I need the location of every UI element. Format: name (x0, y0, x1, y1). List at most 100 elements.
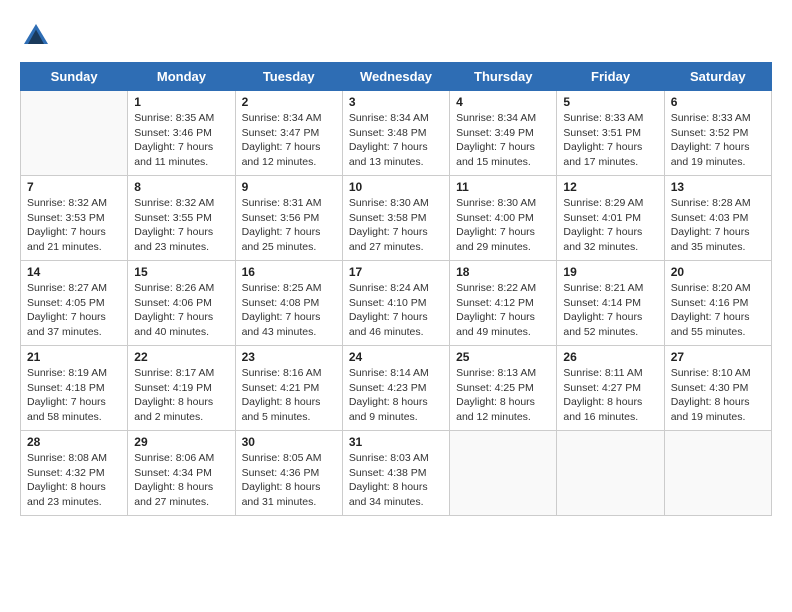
logo (20, 20, 56, 52)
cell-details: Sunrise: 8:26 AMSunset: 4:06 PMDaylight:… (134, 281, 228, 340)
calendar-cell: 20 Sunrise: 8:20 AMSunset: 4:16 PMDaylig… (664, 261, 771, 346)
cell-details: Sunrise: 8:16 AMSunset: 4:21 PMDaylight:… (242, 366, 336, 425)
day-number: 26 (563, 350, 657, 364)
calendar-cell: 16 Sunrise: 8:25 AMSunset: 4:08 PMDaylig… (235, 261, 342, 346)
day-number: 10 (349, 180, 443, 194)
calendar-cell: 3 Sunrise: 8:34 AMSunset: 3:48 PMDayligh… (342, 91, 449, 176)
calendar-cell: 4 Sunrise: 8:34 AMSunset: 3:49 PMDayligh… (450, 91, 557, 176)
cell-details: Sunrise: 8:17 AMSunset: 4:19 PMDaylight:… (134, 366, 228, 425)
calendar-cell: 27 Sunrise: 8:10 AMSunset: 4:30 PMDaylig… (664, 346, 771, 431)
logo-icon (20, 20, 52, 52)
day-number: 27 (671, 350, 765, 364)
day-number: 24 (349, 350, 443, 364)
cell-details: Sunrise: 8:10 AMSunset: 4:30 PMDaylight:… (671, 366, 765, 425)
calendar-cell: 29 Sunrise: 8:06 AMSunset: 4:34 PMDaylig… (128, 431, 235, 516)
cell-details: Sunrise: 8:34 AMSunset: 3:48 PMDaylight:… (349, 111, 443, 170)
day-number: 4 (456, 95, 550, 109)
day-number: 30 (242, 435, 336, 449)
cell-details: Sunrise: 8:33 AMSunset: 3:51 PMDaylight:… (563, 111, 657, 170)
cell-details: Sunrise: 8:08 AMSunset: 4:32 PMDaylight:… (27, 451, 121, 510)
day-number: 11 (456, 180, 550, 194)
cell-details: Sunrise: 8:29 AMSunset: 4:01 PMDaylight:… (563, 196, 657, 255)
calendar-cell: 19 Sunrise: 8:21 AMSunset: 4:14 PMDaylig… (557, 261, 664, 346)
calendar-cell: 15 Sunrise: 8:26 AMSunset: 4:06 PMDaylig… (128, 261, 235, 346)
day-number: 20 (671, 265, 765, 279)
header-sunday: Sunday (21, 63, 128, 91)
calendar-cell: 2 Sunrise: 8:34 AMSunset: 3:47 PMDayligh… (235, 91, 342, 176)
header-tuesday: Tuesday (235, 63, 342, 91)
cell-details: Sunrise: 8:25 AMSunset: 4:08 PMDaylight:… (242, 281, 336, 340)
day-number: 14 (27, 265, 121, 279)
cell-details: Sunrise: 8:13 AMSunset: 4:25 PMDaylight:… (456, 366, 550, 425)
day-number: 28 (27, 435, 121, 449)
calendar-cell: 26 Sunrise: 8:11 AMSunset: 4:27 PMDaylig… (557, 346, 664, 431)
day-number: 8 (134, 180, 228, 194)
calendar-cell: 23 Sunrise: 8:16 AMSunset: 4:21 PMDaylig… (235, 346, 342, 431)
day-number: 21 (27, 350, 121, 364)
cell-details: Sunrise: 8:06 AMSunset: 4:34 PMDaylight:… (134, 451, 228, 510)
cell-details: Sunrise: 8:31 AMSunset: 3:56 PMDaylight:… (242, 196, 336, 255)
calendar-cell: 22 Sunrise: 8:17 AMSunset: 4:19 PMDaylig… (128, 346, 235, 431)
day-number: 16 (242, 265, 336, 279)
calendar-cell: 21 Sunrise: 8:19 AMSunset: 4:18 PMDaylig… (21, 346, 128, 431)
day-number: 22 (134, 350, 228, 364)
calendar-cell: 6 Sunrise: 8:33 AMSunset: 3:52 PMDayligh… (664, 91, 771, 176)
cell-details: Sunrise: 8:21 AMSunset: 4:14 PMDaylight:… (563, 281, 657, 340)
calendar-cell: 8 Sunrise: 8:32 AMSunset: 3:55 PMDayligh… (128, 176, 235, 261)
calendar-cell (557, 431, 664, 516)
cell-details: Sunrise: 8:32 AMSunset: 3:53 PMDaylight:… (27, 196, 121, 255)
calendar-cell: 14 Sunrise: 8:27 AMSunset: 4:05 PMDaylig… (21, 261, 128, 346)
day-number: 12 (563, 180, 657, 194)
header-monday: Monday (128, 63, 235, 91)
day-number: 31 (349, 435, 443, 449)
cell-details: Sunrise: 8:28 AMSunset: 4:03 PMDaylight:… (671, 196, 765, 255)
cell-details: Sunrise: 8:34 AMSunset: 3:47 PMDaylight:… (242, 111, 336, 170)
header-friday: Friday (557, 63, 664, 91)
cell-details: Sunrise: 8:05 AMSunset: 4:36 PMDaylight:… (242, 451, 336, 510)
week-row-1: 1 Sunrise: 8:35 AMSunset: 3:46 PMDayligh… (21, 91, 772, 176)
calendar-cell: 18 Sunrise: 8:22 AMSunset: 4:12 PMDaylig… (450, 261, 557, 346)
cell-details: Sunrise: 8:32 AMSunset: 3:55 PMDaylight:… (134, 196, 228, 255)
day-number: 13 (671, 180, 765, 194)
cell-details: Sunrise: 8:27 AMSunset: 4:05 PMDaylight:… (27, 281, 121, 340)
calendar-cell (21, 91, 128, 176)
calendar-cell (450, 431, 557, 516)
cell-details: Sunrise: 8:11 AMSunset: 4:27 PMDaylight:… (563, 366, 657, 425)
day-number: 23 (242, 350, 336, 364)
week-row-3: 14 Sunrise: 8:27 AMSunset: 4:05 PMDaylig… (21, 261, 772, 346)
week-row-5: 28 Sunrise: 8:08 AMSunset: 4:32 PMDaylig… (21, 431, 772, 516)
header-saturday: Saturday (664, 63, 771, 91)
day-number: 29 (134, 435, 228, 449)
calendar-cell: 9 Sunrise: 8:31 AMSunset: 3:56 PMDayligh… (235, 176, 342, 261)
calendar-cell: 10 Sunrise: 8:30 AMSunset: 3:58 PMDaylig… (342, 176, 449, 261)
calendar-cell: 5 Sunrise: 8:33 AMSunset: 3:51 PMDayligh… (557, 91, 664, 176)
calendar-body: 1 Sunrise: 8:35 AMSunset: 3:46 PMDayligh… (21, 91, 772, 516)
cell-details: Sunrise: 8:33 AMSunset: 3:52 PMDaylight:… (671, 111, 765, 170)
cell-details: Sunrise: 8:22 AMSunset: 4:12 PMDaylight:… (456, 281, 550, 340)
cell-details: Sunrise: 8:20 AMSunset: 4:16 PMDaylight:… (671, 281, 765, 340)
cell-details: Sunrise: 8:14 AMSunset: 4:23 PMDaylight:… (349, 366, 443, 425)
cell-details: Sunrise: 8:30 AMSunset: 4:00 PMDaylight:… (456, 196, 550, 255)
cell-details: Sunrise: 8:03 AMSunset: 4:38 PMDaylight:… (349, 451, 443, 510)
day-number: 18 (456, 265, 550, 279)
calendar-cell: 1 Sunrise: 8:35 AMSunset: 3:46 PMDayligh… (128, 91, 235, 176)
day-number: 15 (134, 265, 228, 279)
week-row-2: 7 Sunrise: 8:32 AMSunset: 3:53 PMDayligh… (21, 176, 772, 261)
cell-details: Sunrise: 8:35 AMSunset: 3:46 PMDaylight:… (134, 111, 228, 170)
calendar-cell: 11 Sunrise: 8:30 AMSunset: 4:00 PMDaylig… (450, 176, 557, 261)
header-thursday: Thursday (450, 63, 557, 91)
day-number: 9 (242, 180, 336, 194)
day-number: 5 (563, 95, 657, 109)
calendar-cell (664, 431, 771, 516)
calendar-cell: 28 Sunrise: 8:08 AMSunset: 4:32 PMDaylig… (21, 431, 128, 516)
cell-details: Sunrise: 8:34 AMSunset: 3:49 PMDaylight:… (456, 111, 550, 170)
cell-details: Sunrise: 8:19 AMSunset: 4:18 PMDaylight:… (27, 366, 121, 425)
cell-details: Sunrise: 8:24 AMSunset: 4:10 PMDaylight:… (349, 281, 443, 340)
day-number: 3 (349, 95, 443, 109)
day-number: 25 (456, 350, 550, 364)
week-row-4: 21 Sunrise: 8:19 AMSunset: 4:18 PMDaylig… (21, 346, 772, 431)
calendar-cell: 31 Sunrise: 8:03 AMSunset: 4:38 PMDaylig… (342, 431, 449, 516)
calendar-cell: 24 Sunrise: 8:14 AMSunset: 4:23 PMDaylig… (342, 346, 449, 431)
day-number: 17 (349, 265, 443, 279)
header-wednesday: Wednesday (342, 63, 449, 91)
